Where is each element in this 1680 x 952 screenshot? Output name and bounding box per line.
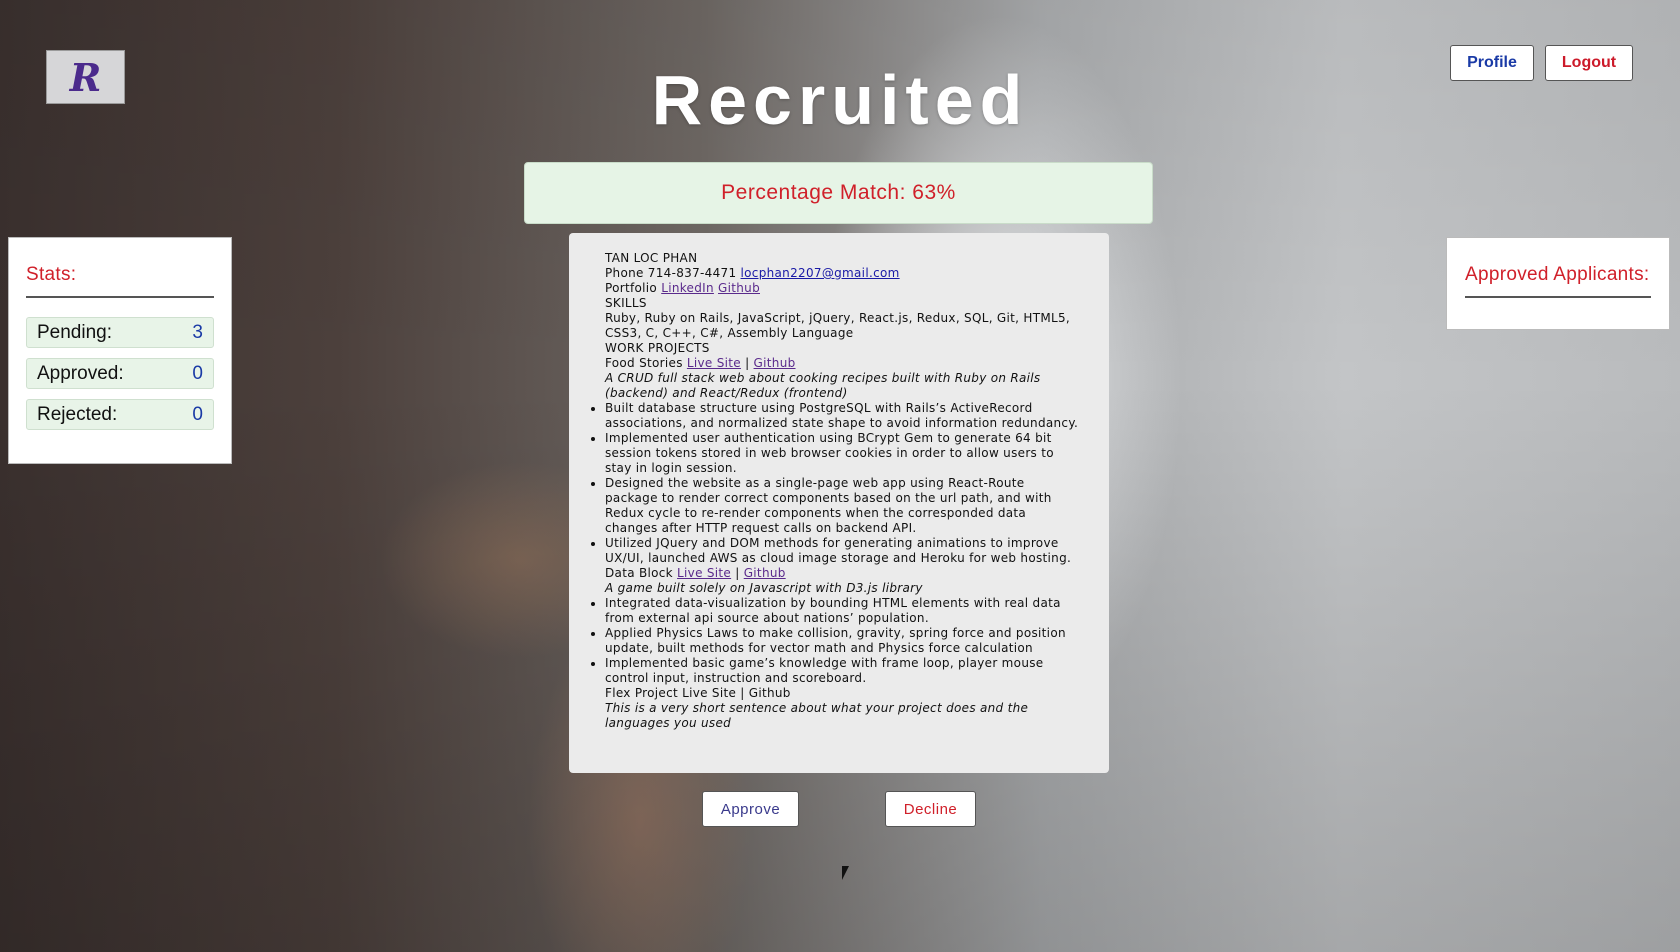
stats-title: Stats: xyxy=(26,238,214,298)
stat-value: 0 xyxy=(192,362,203,384)
stat-label: Pending: xyxy=(37,321,113,343)
logout-button[interactable]: Logout xyxy=(1545,45,1633,81)
project-bullets: Integrated data-visualization by boundin… xyxy=(605,596,1079,686)
bullet-item: Designed the website as a single-page we… xyxy=(605,476,1079,536)
skills-text: Ruby, Ruby on Rails, JavaScript, jQuery,… xyxy=(605,311,1071,340)
resume-portfolio-label: Portfolio xyxy=(605,281,658,295)
project-description: A game built solely on Javascript with D… xyxy=(605,581,923,595)
approve-button[interactable]: Approve xyxy=(702,791,799,827)
work-heading: WORK PROJECTS xyxy=(605,341,710,355)
github-link[interactable]: Github xyxy=(718,281,760,295)
resume-phone: Phone 714-837-4471 xyxy=(605,266,737,280)
resume-viewer[interactable]: TAN LOC PHAN Phone 714-837-4471 locphan2… xyxy=(569,233,1109,773)
profile-button[interactable]: Profile xyxy=(1450,45,1534,81)
live-site-link[interactable]: Live Site xyxy=(677,566,731,580)
flex-project-line: Flex Project Live Site | Github xyxy=(605,686,791,700)
percentage-match-banner: Percentage Match: 63% xyxy=(524,162,1153,224)
flex-project-description: This is a very short sentence about what… xyxy=(605,701,1029,730)
project-title-line: Food Stories Live Site | Github xyxy=(605,356,1079,371)
decline-button[interactable]: Decline xyxy=(885,791,976,827)
stat-row-approved: Approved: 0 xyxy=(26,358,214,389)
approved-applicants-panel: Approved Applicants: xyxy=(1446,237,1670,330)
stats-panel: Stats: Pending: 3 Approved: 0 Rejected: … xyxy=(8,237,232,464)
bullet-item: Implemented basic game’s knowledge with … xyxy=(605,656,1079,686)
resume-name: TAN LOC PHAN xyxy=(605,251,698,265)
bullet-item: Implemented user authentication using BC… xyxy=(605,431,1079,476)
link-separator: | xyxy=(735,566,740,580)
stat-value: 3 xyxy=(192,321,203,343)
stat-label: Rejected: xyxy=(37,403,118,425)
live-site-link[interactable]: Live Site xyxy=(687,356,741,370)
skills-heading: SKILLS xyxy=(605,296,647,310)
bullet-item: Utilized JQuery and DOM methods for gene… xyxy=(605,536,1079,566)
project-github-link[interactable]: Github xyxy=(754,356,796,370)
stat-value: 0 xyxy=(192,403,203,425)
bullet-item: Built database structure using PostgreSQ… xyxy=(605,401,1079,431)
mouse-cursor-icon xyxy=(842,866,849,880)
project-github-link[interactable]: Github xyxy=(744,566,786,580)
stat-row-rejected: Rejected: 0 xyxy=(26,399,214,430)
link-separator: | xyxy=(745,356,750,370)
stat-row-pending: Pending: 3 xyxy=(26,317,214,348)
stat-label: Approved: xyxy=(37,362,124,384)
resume-portfolio: Portfolio LinkedIn Github xyxy=(605,281,1079,296)
resume-email-link[interactable]: locphan2207@gmail.com xyxy=(741,266,900,280)
resume-contact: Phone 714-837-4471 locphan2207@gmail.com xyxy=(605,266,1079,281)
project-name: Data Block xyxy=(605,566,673,580)
project-title-line: Data Block Live Site | Github xyxy=(605,566,1079,581)
project-name: Food Stories xyxy=(605,356,683,370)
project-bullets: Built database structure using PostgreSQ… xyxy=(605,401,1079,566)
app-title: Recruited xyxy=(651,61,1029,139)
linkedin-link[interactable]: LinkedIn xyxy=(661,281,714,295)
project-description: A CRUD full stack web about cooking reci… xyxy=(605,371,1041,400)
bullet-item: Integrated data-visualization by boundin… xyxy=(605,596,1079,626)
approved-applicants-title: Approved Applicants: xyxy=(1465,238,1651,298)
bullet-item: Applied Physics Laws to make collision, … xyxy=(605,626,1079,656)
